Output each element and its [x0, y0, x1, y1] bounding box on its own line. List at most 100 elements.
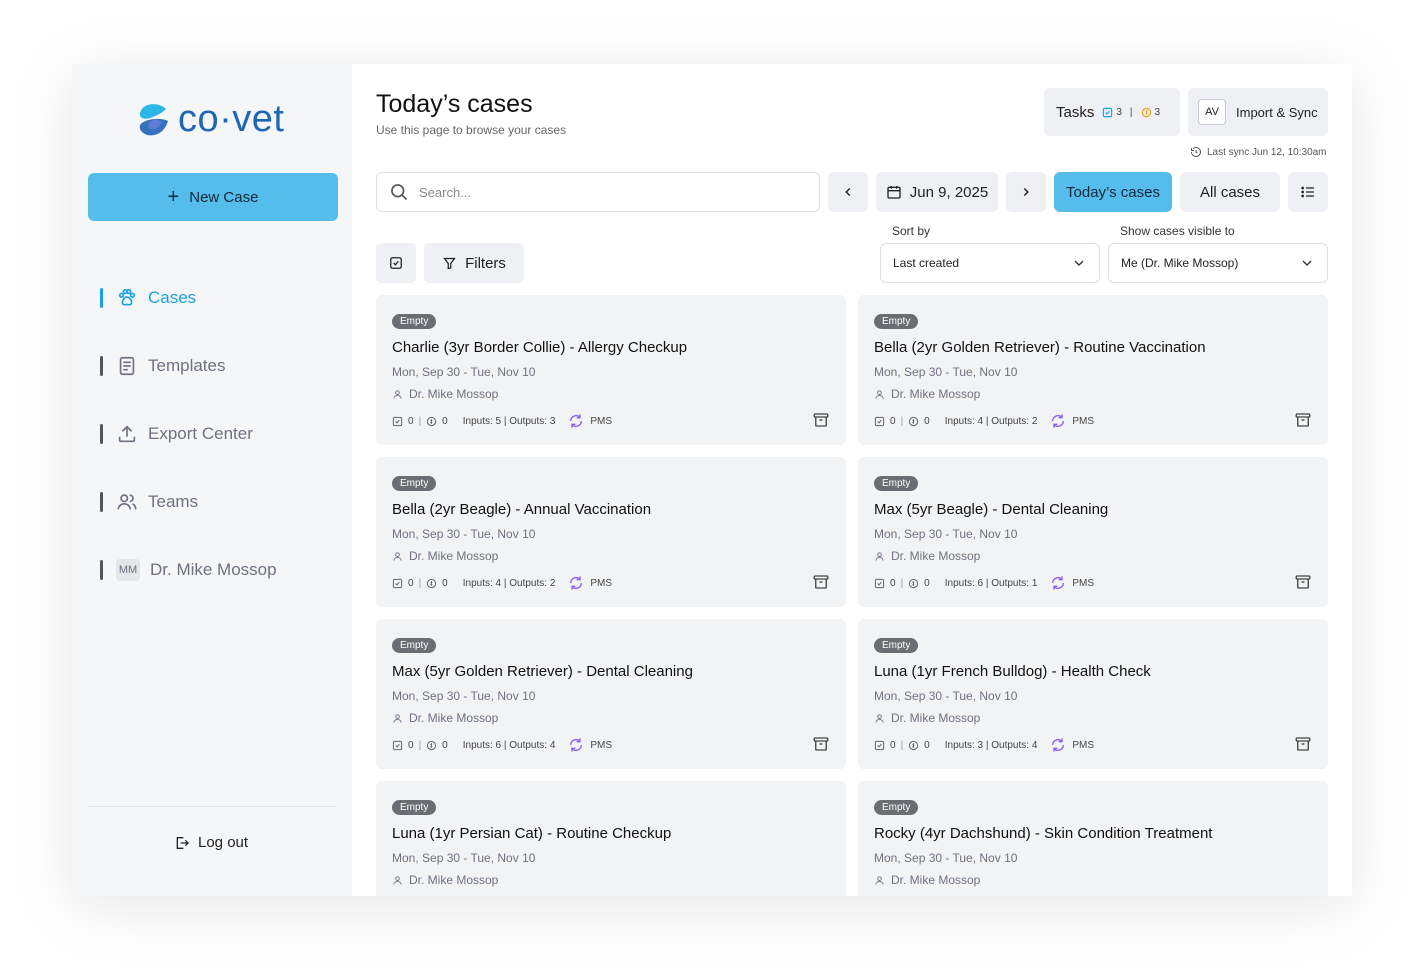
status-badge: Empty: [392, 638, 437, 653]
sidebar-item-label: Templates: [148, 356, 226, 375]
coin-icon: [427, 740, 437, 750]
case-title: Rocky (4yr Dachshund) - Skin Condition T…: [874, 825, 1213, 842]
case-card[interactable]: Empty Bella (2yr Golden Retriever) - Rou…: [858, 295, 1328, 445]
sync-icon: [1052, 576, 1065, 590]
case-card[interactable]: Empty Luna (1yr Persian Cat) - Routine C…: [376, 781, 846, 896]
visibility-select[interactable]: Me (Dr. Mike Mossop): [1108, 243, 1328, 283]
logout-button[interactable]: Log out: [174, 834, 248, 851]
coin-icon: [427, 578, 437, 588]
checks-count: 0: [890, 577, 896, 589]
previous-day-button[interactable]: [828, 172, 868, 212]
sidebar: co·vet + New Case Cases Templates Export…: [72, 64, 352, 896]
status-badge: Empty: [392, 314, 437, 329]
case-meta: 0 | 0 Inputs: 3 | Outputs: 4 PMS: [874, 737, 1094, 753]
coin-icon: [909, 578, 919, 588]
archive-button[interactable]: [1294, 735, 1312, 758]
search-icon: [391, 184, 408, 201]
case-meta: 0 | 0 Inputs: 5 | Outputs: 3 PMS: [392, 413, 612, 429]
page-subtitle: Use this page to browse your cases: [376, 123, 567, 137]
case-meta: 0 | 0 Inputs: 4 | Outputs: 2 PMS: [392, 575, 612, 591]
case-doctor: Dr. Mike Mossop: [874, 387, 1312, 401]
case-dates: Mon, Sep 30 - Tue, Nov 10: [392, 365, 536, 379]
new-case-button[interactable]: + New Case: [88, 173, 338, 221]
status-badge: Empty: [874, 476, 919, 491]
checks-count: 0: [890, 415, 896, 427]
user-icon: [393, 389, 402, 399]
main-content: Today’s cases Use this page to browse yo…: [352, 64, 1352, 896]
logout-label: Log out: [198, 834, 249, 851]
sidebar-item-teams[interactable]: Teams: [100, 468, 277, 536]
case-card[interactable]: Empty Luna (1yr French Bulldog) - Health…: [858, 619, 1328, 769]
coin-icon: [909, 740, 919, 750]
checks-count: 0: [408, 739, 414, 751]
sidebar-item-label: Teams: [148, 492, 199, 511]
search-field[interactable]: [376, 172, 820, 212]
user-icon: [393, 713, 402, 723]
date-picker-button[interactable]: Jun 9, 2025: [876, 172, 998, 212]
active-indicator: [100, 288, 103, 308]
list-view-button[interactable]: [1288, 172, 1328, 212]
import-sync-button[interactable]: AV Import & Sync: [1188, 88, 1328, 136]
coins-count: 0: [442, 415, 448, 427]
coins-count: 0: [924, 739, 930, 751]
tab-label: Today’s cases: [1066, 183, 1160, 201]
select-all-button[interactable]: [376, 243, 416, 283]
checks-count: 0: [408, 415, 414, 427]
pms-sync: PMS: [568, 413, 612, 429]
case-card[interactable]: Empty Charlie (3yr Border Collie) - Alle…: [376, 295, 846, 445]
pms-label: PMS: [590, 415, 613, 427]
case-card[interactable]: Empty Max (5yr Golden Retriever) - Denta…: [376, 619, 846, 769]
case-card[interactable]: Empty Max (5yr Beagle) - Dental Cleaning…: [858, 457, 1328, 607]
inputs-outputs: Inputs: 6 | Outputs: 4: [462, 739, 556, 751]
archive-button[interactable]: [812, 573, 830, 596]
user-icon: [875, 551, 884, 561]
sync-icon: [570, 576, 583, 590]
tasks-separator: |: [1129, 106, 1133, 118]
sort-by-select[interactable]: Last created: [880, 243, 1100, 283]
tab-todays-cases[interactable]: Today’s cases: [1054, 172, 1172, 212]
separator: |: [900, 577, 904, 589]
sidebar-item-profile[interactable]: MM Dr. Mike Mossop: [100, 536, 277, 604]
status-badge: Empty: [392, 476, 437, 491]
case-card[interactable]: Empty Rocky (4yr Dachshund) - Skin Condi…: [858, 781, 1328, 896]
archive-icon: [813, 575, 829, 589]
search-input[interactable]: [419, 184, 799, 200]
tab-all-cases[interactable]: All cases: [1180, 172, 1280, 212]
status-badge: Empty: [874, 314, 919, 329]
filters-button[interactable]: Filters: [424, 243, 524, 283]
inputs-outputs: Inputs: 5 | Outputs: 3: [462, 415, 556, 427]
archive-icon: [1295, 413, 1311, 427]
coins-count: 0: [442, 577, 448, 589]
archive-button[interactable]: [1294, 573, 1312, 596]
coins-count: 0: [924, 415, 930, 427]
archive-button[interactable]: [812, 411, 830, 434]
pms-sync: PMS: [1050, 575, 1094, 591]
next-day-button[interactable]: [1006, 172, 1046, 212]
plus-icon: +: [167, 186, 180, 208]
doctor-name: Dr. Mike Mossop: [409, 387, 499, 401]
user-icon: [875, 875, 884, 885]
sidebar-item-cases[interactable]: Cases: [100, 264, 277, 332]
sidebar-item-label: Cases: [148, 288, 197, 307]
sidebar-item-label: Dr. Mike Mossop: [150, 560, 277, 579]
chevron-down-icon: [1074, 260, 1084, 266]
app-window: co·vet + New Case Cases Templates Export…: [72, 64, 1352, 896]
case-card-grid: Empty Charlie (3yr Border Collie) - Alle…: [376, 295, 1328, 896]
sort-by-label: Sort by: [892, 224, 931, 238]
document-icon: [119, 356, 135, 376]
archive-button[interactable]: [812, 735, 830, 758]
sidebar-item-templates[interactable]: Templates: [100, 332, 277, 400]
case-title: Luna (1yr Persian Cat) - Routine Checkup: [392, 825, 672, 842]
case-doctor: Dr. Mike Mossop: [392, 711, 830, 725]
doctor-name: Dr. Mike Mossop: [891, 549, 981, 563]
tab-label: All cases: [1199, 183, 1261, 201]
coins-count: 0: [924, 577, 930, 589]
case-card[interactable]: Empty Bella (2yr Beagle) - Annual Vaccin…: [376, 457, 846, 607]
tasks-button[interactable]: Tasks 3 | 3: [1044, 88, 1180, 136]
sidebar-item-export-center[interactable]: Export Center: [100, 400, 277, 468]
archive-button[interactable]: [1294, 411, 1312, 434]
tasks-checked: 3: [1102, 107, 1122, 118]
case-doctor: Dr. Mike Mossop: [874, 711, 1312, 725]
coin-icon: [427, 416, 437, 426]
inputs-outputs: Inputs: 3 | Outputs: 4: [944, 739, 1038, 751]
